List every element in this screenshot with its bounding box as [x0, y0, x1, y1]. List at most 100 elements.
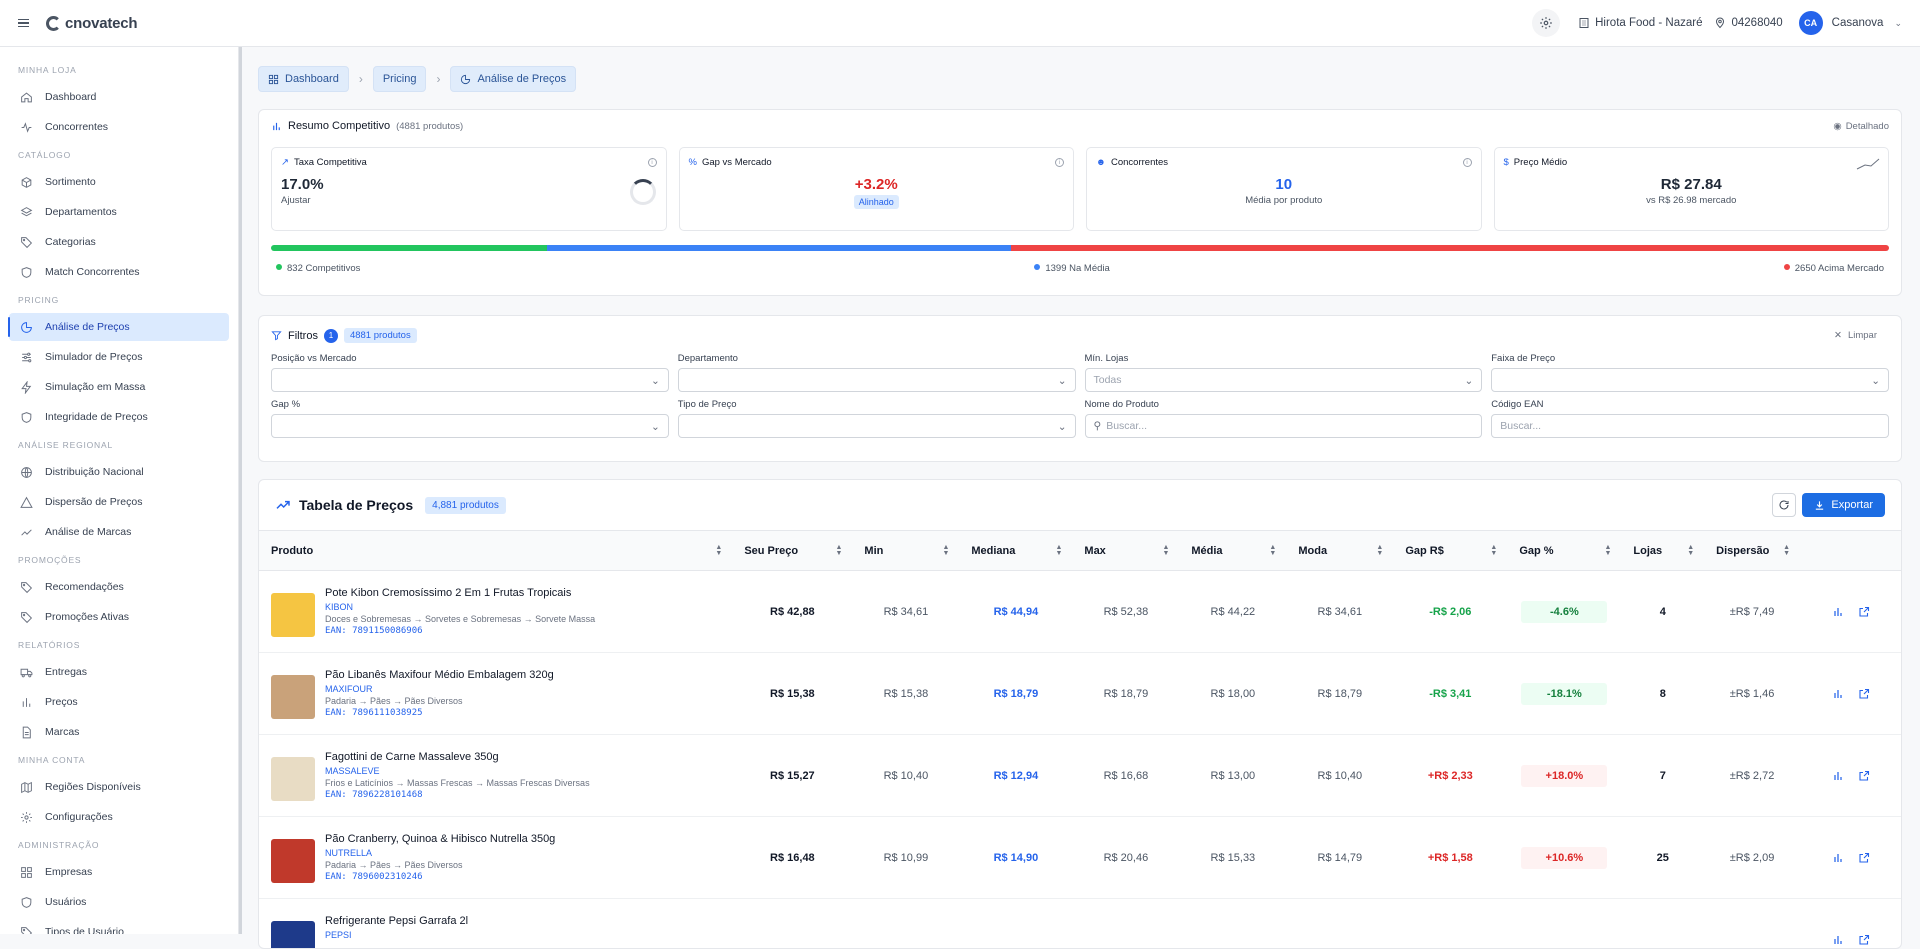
sidebar-item-recomendacoes[interactable]: Recomendações	[9, 573, 229, 601]
sidebar-item-precos[interactable]: Preços	[9, 688, 229, 716]
sidebar-item-analise-de-precos[interactable]: Análise de Preços	[9, 313, 229, 341]
external-link-icon[interactable]	[1858, 934, 1870, 946]
sidebar-item-departamentos[interactable]: Departamentos	[9, 198, 229, 226]
menu-icon[interactable]	[18, 15, 34, 31]
bar-chart-icon[interactable]	[1832, 852, 1844, 864]
posicao-vs-mercado-select[interactable]: ⌄	[271, 368, 669, 392]
sidebar-item-tipos-de-usuario[interactable]: Tipos de Usuário	[9, 918, 229, 934]
nome-do-produto-input[interactable]: ⚲Buscar...	[1085, 414, 1483, 438]
column-header-max[interactable]: Max▲▼	[1072, 531, 1179, 571]
product-name[interactable]: Pão Libanês Maxifour Médio Embalagem 320…	[325, 669, 554, 681]
tipo-de-preco-select[interactable]: ⌄	[678, 414, 1076, 438]
sidebar-item-match-concorrentes[interactable]: Match Concorrentes	[9, 258, 229, 286]
shield-icon	[19, 410, 33, 424]
dollar-icon: $	[1504, 157, 1509, 168]
gap-select[interactable]: ⌄	[271, 414, 669, 438]
sidebar-item-usuarios[interactable]: Usuários	[9, 888, 229, 916]
bar-chart-icon[interactable]	[1832, 770, 1844, 782]
product-name[interactable]: Pote Kibon Cremosíssimo 2 Em 1 Frutas Tr…	[325, 587, 595, 599]
departamento-select[interactable]: ⌄	[678, 368, 1076, 392]
limpar-button[interactable]: ✕ Limpar	[1834, 330, 1877, 341]
sort-icon: ▲▼	[1269, 545, 1276, 557]
column-header-gap[interactable]: Gap %▲▼	[1507, 531, 1621, 571]
bar-chart-icon[interactable]	[1832, 688, 1844, 700]
column-header-seu-preco[interactable]: Seu Preço▲▼	[732, 531, 852, 571]
sidebar-item-distribuicao-nacional[interactable]: Distribuição Nacional	[9, 458, 229, 486]
sidebar-item-marcas[interactable]: Marcas	[9, 718, 229, 746]
column-header-mediana[interactable]: Mediana▲▼	[959, 531, 1072, 571]
sidebar-item-categorias[interactable]: Categorias	[9, 228, 229, 256]
export-button[interactable]: Exportar	[1802, 493, 1885, 517]
sidebar-section-title: ANÁLISE REGIONAL	[9, 440, 229, 450]
trend-line-icon	[1856, 158, 1880, 170]
table-row[interactable]: Pote Kibon Cremosíssimo 2 Em 1 Frutas Tr…	[259, 571, 1901, 653]
codigo-ean-input[interactable]: Buscar...	[1491, 414, 1889, 438]
column-header-min[interactable]: Min▲▼	[852, 531, 959, 571]
product-ean: EAN: 7896228101468	[325, 790, 590, 800]
bar-chart-icon[interactable]	[1832, 934, 1844, 946]
loading-spinner-icon	[630, 179, 656, 205]
external-link-icon[interactable]	[1858, 770, 1870, 782]
cep-selector[interactable]: 04268040	[1714, 17, 1782, 29]
breadcrumb-analise[interactable]: Análise de Preços	[450, 66, 576, 92]
table-row[interactable]: Fagottini de Carne Massaleve 350gMASSALE…	[259, 735, 1901, 817]
external-link-icon[interactable]	[1858, 852, 1870, 864]
settings-button[interactable]	[1532, 9, 1560, 37]
pie-chart-icon	[460, 74, 471, 85]
column-header-dispersao[interactable]: Dispersão▲▼	[1704, 531, 1800, 571]
info-icon[interactable]: i	[648, 158, 657, 167]
breadcrumb-pricing[interactable]: Pricing	[373, 66, 427, 92]
column-header-moda[interactable]: Moda▲▼	[1286, 531, 1393, 571]
sidebar-item-configuracoes[interactable]: Configurações	[9, 803, 229, 831]
cell-dispersao: ±R$ 1,46	[1704, 653, 1800, 735]
breadcrumb-dashboard[interactable]: Dashboard	[258, 66, 349, 92]
sidebar-section-title: RELATÓRIOS	[9, 640, 229, 650]
column-header-lojas[interactable]: Lojas▲▼	[1621, 531, 1704, 571]
sidebar-item-empresas[interactable]: Empresas	[9, 858, 229, 886]
sidebar-scrollbar[interactable]	[239, 47, 242, 934]
table-row[interactable]: Pão Cranberry, Quinoa & Hibisco Nutrella…	[259, 817, 1901, 899]
column-header-gap-r[interactable]: Gap R$▲▼	[1393, 531, 1507, 571]
refresh-button[interactable]	[1772, 493, 1796, 517]
cell-gap-pct: -4.6%	[1507, 571, 1621, 653]
chevron-down-icon: ⌄	[1894, 18, 1902, 29]
info-icon[interactable]: i	[1055, 158, 1064, 167]
sidebar-item-analise-de-marcas[interactable]: Análise de Marcas	[9, 518, 229, 546]
external-link-icon[interactable]	[1858, 688, 1870, 700]
faixa-de-preco-select[interactable]: ⌄	[1491, 368, 1889, 392]
detalhado-button[interactable]: ◉ Detalhado	[1833, 121, 1889, 132]
min-lojas-select[interactable]: Todas⌄	[1085, 368, 1483, 392]
tag-icon	[19, 580, 33, 594]
info-icon[interactable]: i	[1463, 158, 1472, 167]
user-menu[interactable]: CA Casanova ⌄	[1799, 11, 1902, 35]
store-selector[interactable]: Hirota Food - Nazaré	[1578, 17, 1702, 29]
filter-label: Departamento	[678, 353, 1076, 364]
sidebar-item-dashboard[interactable]: Dashboard	[9, 83, 229, 111]
logo[interactable]: cnovatech	[46, 15, 137, 32]
cell-dispersao: ±R$ 7,49	[1704, 571, 1800, 653]
kpi-sub[interactable]: Ajustar	[281, 195, 657, 206]
sidebar-item-label: Recomendações	[45, 581, 124, 593]
cell-moda: R$ 14,79	[1286, 817, 1393, 899]
sidebar-item-integridade-de-precos[interactable]: Integridade de Preços	[9, 403, 229, 431]
sidebar-item-dispersao-de-precos[interactable]: Dispersão de Preços	[9, 488, 229, 516]
product-name[interactable]: Fagottini de Carne Massaleve 350g	[325, 751, 590, 763]
product-name[interactable]: Pão Cranberry, Quinoa & Hibisco Nutrella…	[325, 833, 555, 845]
table-row[interactable]: Refrigerante Pepsi Garrafa 2lPEPSI	[259, 899, 1901, 949]
triangle-icon	[19, 495, 33, 509]
external-link-icon[interactable]	[1858, 606, 1870, 618]
product-name[interactable]: Refrigerante Pepsi Garrafa 2l	[325, 915, 468, 927]
column-header-media[interactable]: Média▲▼	[1179, 531, 1286, 571]
product-brand: NUTRELLA	[325, 848, 555, 858]
sidebar-item-regioes-disponiveis[interactable]: Regiões Disponíveis	[9, 773, 229, 801]
sidebar-item-entregas[interactable]: Entregas	[9, 658, 229, 686]
sidebar-item-sortimento[interactable]: Sortimento	[9, 168, 229, 196]
sidebar-item-promocoes-ativas[interactable]: Promoções Ativas	[9, 603, 229, 631]
column-header-produto[interactable]: Produto▲▼	[259, 531, 732, 571]
sidebar-item-simulacao-em-massa[interactable]: Simulação em Massa	[9, 373, 229, 401]
product-ean: EAN: 7896111038925	[325, 708, 554, 718]
table-row[interactable]: Pão Libanês Maxifour Médio Embalagem 320…	[259, 653, 1901, 735]
sidebar-item-concorrentes[interactable]: Concorrentes	[9, 113, 229, 141]
bar-chart-icon[interactable]	[1832, 606, 1844, 618]
sidebar-item-simulador-de-precos[interactable]: Simulador de Preços	[9, 343, 229, 371]
